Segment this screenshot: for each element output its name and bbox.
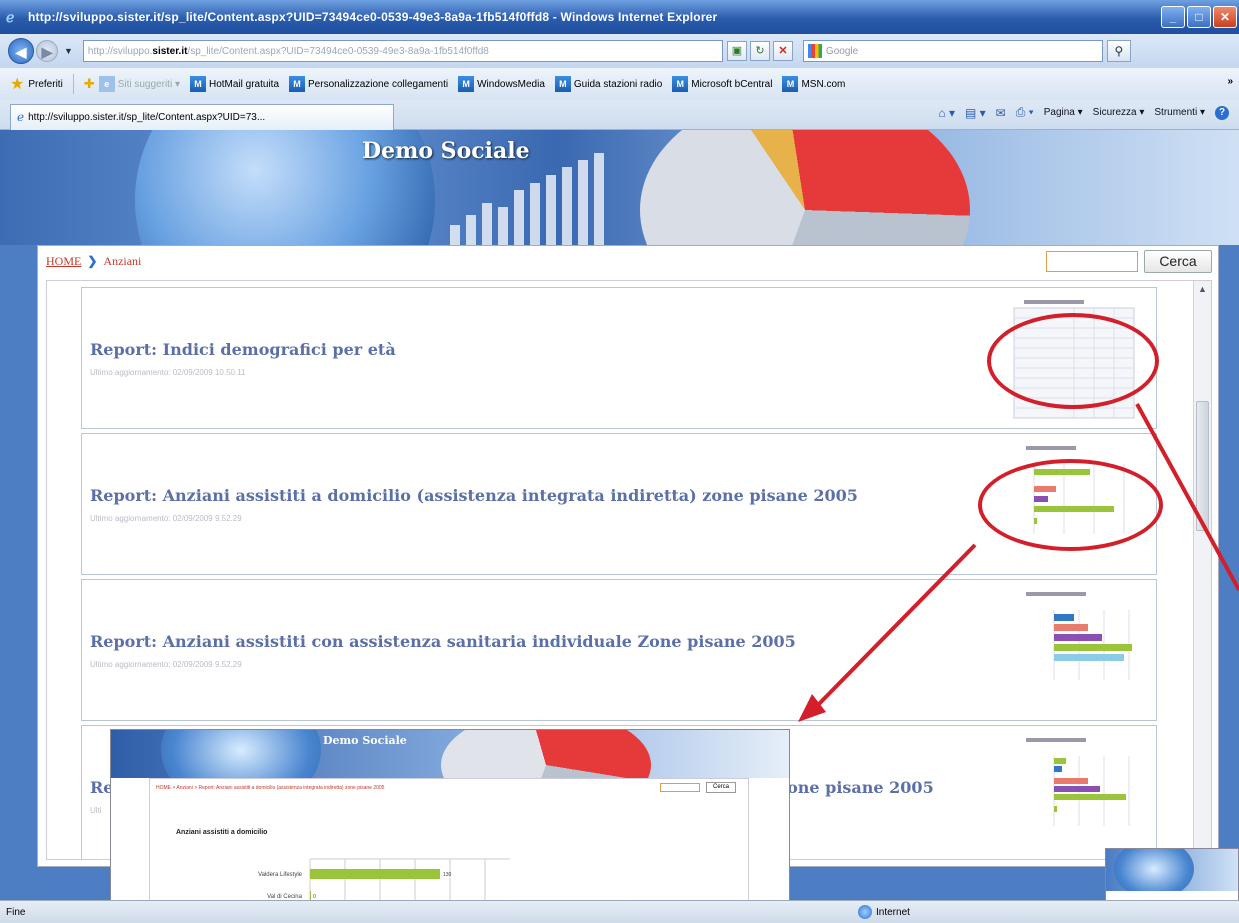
globe-graphic (161, 730, 321, 778)
zoomed-screenshot: Demo Sociale HOME > Anziani > Report: An… (110, 729, 790, 923)
overlay-title: Demo Sociale (323, 734, 407, 747)
zone-label: Internet (876, 906, 910, 918)
annotation-arrow-line (1135, 403, 1239, 591)
status-text: Fine (6, 906, 26, 918)
annotation-arrow-line (813, 543, 977, 710)
pie-graphic (441, 730, 651, 778)
overlay-search-input (660, 783, 700, 792)
overlay-breadcrumb: HOME > Anziani > Report: Anziani assisti… (156, 785, 385, 791)
overlay-bar (310, 869, 440, 879)
arrow-head-icon (798, 694, 826, 722)
overlay-chart-title: Anziani assistiti a domicilio (176, 829, 268, 836)
overlay-banner: Demo Sociale (111, 730, 789, 778)
overlay-bar-value: 130 (443, 872, 452, 878)
overlay-row-label: Valdera Lifestyle (258, 872, 303, 878)
status-bar: Fine Internet (0, 900, 1239, 923)
globe-icon (858, 905, 872, 919)
overlay-cerca-button: Cerca (706, 782, 736, 793)
security-zone[interactable]: Internet (858, 905, 910, 919)
